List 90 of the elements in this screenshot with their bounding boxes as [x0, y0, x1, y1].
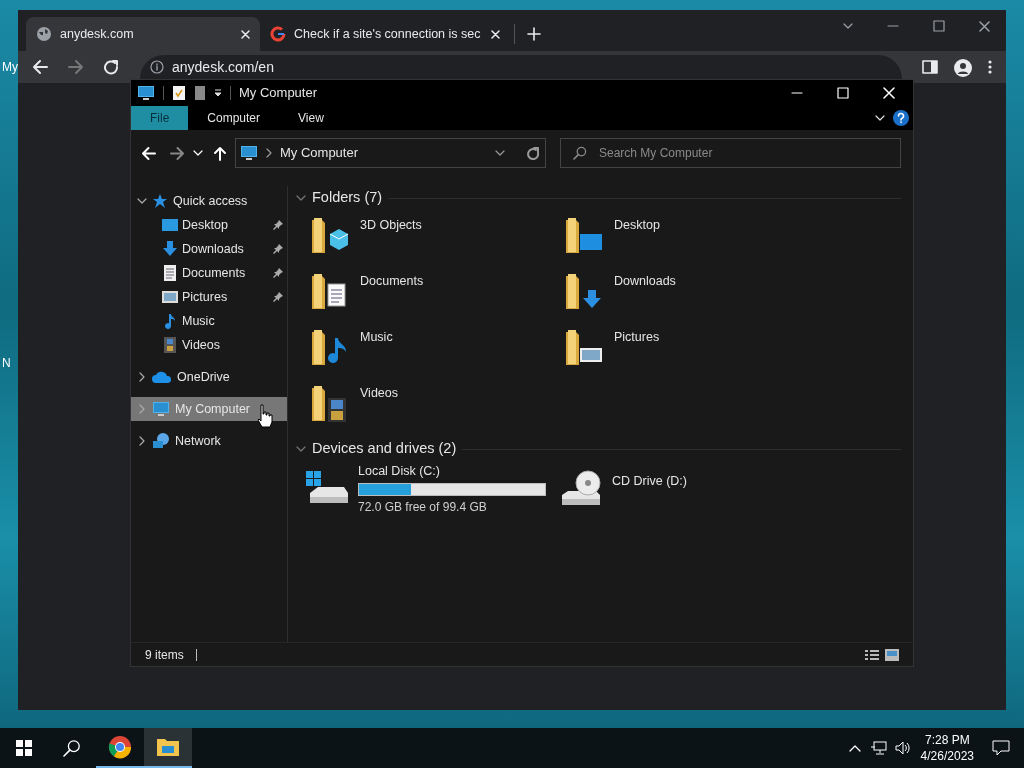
expand-chevron-icon[interactable]: [137, 372, 147, 382]
close-icon[interactable]: [979, 20, 990, 32]
tab-search-icon[interactable]: [843, 21, 853, 31]
sidebar-item[interactable]: Music: [131, 309, 287, 333]
sidebar-item[interactable]: Pictures: [131, 285, 287, 309]
new-tab-icon[interactable]: [527, 27, 541, 41]
sidebar-item[interactable]: Videos: [131, 333, 287, 357]
globe-icon: [36, 26, 52, 42]
expand-chevron-icon[interactable]: [137, 436, 147, 446]
breadcrumb-chevron-icon[interactable]: [264, 148, 274, 158]
back-icon[interactable]: [32, 59, 48, 75]
document-icon: [162, 265, 178, 281]
side-panel-icon[interactable]: [922, 59, 938, 75]
star-icon: [152, 193, 168, 209]
windows-logo-icon: [16, 740, 32, 756]
info-icon[interactable]: [150, 60, 164, 74]
taskbar-app[interactable]: [144, 728, 192, 768]
drive-item[interactable]: Local Disk (C:) 72.0 GB free of 99.4 GB: [296, 461, 550, 517]
film-icon: [162, 337, 178, 353]
profile-icon[interactable]: [954, 59, 972, 77]
cloud-icon: [152, 370, 172, 384]
forward-icon[interactable]: [68, 59, 84, 75]
folder-item[interactable]: Desktop: [550, 210, 804, 266]
sidebar-item[interactable]: My Computer: [131, 397, 287, 421]
desktop-icon-label[interactable]: N: [2, 354, 11, 372]
collapse-chevron-icon[interactable]: [296, 193, 306, 203]
group-header[interactable]: Folders (7): [296, 186, 901, 210]
forward-icon[interactable]: [170, 145, 185, 161]
address-bar[interactable]: anydesk.com/en: [140, 55, 902, 79]
volume-icon[interactable]: [894, 741, 911, 755]
sidebar-item[interactable]: Documents: [131, 261, 287, 285]
google-g-icon: [270, 26, 286, 42]
details-view-icon[interactable]: [865, 648, 879, 661]
folder-item[interactable]: Music: [296, 322, 550, 378]
folder-item[interactable]: 3D Objects: [296, 210, 550, 266]
chrome-icon: [108, 735, 132, 759]
show-hidden-icons-icon[interactable]: [848, 744, 861, 752]
browser-tab[interactable]: anydesk.com: [26, 17, 260, 51]
large-icons-view-icon[interactable]: [885, 648, 899, 661]
drive-name: Local Disk (C:): [358, 463, 441, 481]
sidebar-item[interactable]: Quick access: [131, 189, 287, 213]
recent-locations-icon[interactable]: [193, 148, 203, 158]
desktop-icon: [162, 218, 178, 232]
folder-item[interactable]: Pictures: [550, 322, 804, 378]
tab-title: anydesk.com: [60, 25, 135, 43]
expand-chevron-icon[interactable]: [137, 196, 147, 206]
folder-icon: [156, 737, 180, 757]
ribbon-tab[interactable]: File: [131, 106, 189, 130]
sidebar-item[interactable]: Downloads: [131, 237, 287, 261]
clock[interactable]: 7:28 PM 4/26/2023: [920, 732, 974, 764]
up-icon[interactable]: [213, 145, 227, 161]
expand-ribbon-icon[interactable]: [875, 113, 885, 123]
address-field[interactable]: My Computer: [235, 138, 546, 168]
window-title: My Computer: [239, 84, 319, 103]
computer-icon: [137, 84, 155, 102]
notifications-icon[interactable]: [992, 740, 1010, 756]
sidebar-item[interactable]: Desktop: [131, 213, 287, 237]
music-note-icon: [162, 313, 178, 329]
download-arrow-icon: [162, 241, 178, 257]
folder-item[interactable]: Documents: [296, 266, 550, 322]
search-icon: [63, 739, 81, 757]
ribbon-tab[interactable]: Computer: [188, 106, 280, 130]
picture-icon: [162, 290, 178, 304]
ribbon-tab[interactable]: View: [279, 106, 343, 130]
hand-cursor-icon: [257, 404, 273, 428]
collapse-chevron-icon[interactable]: [296, 444, 306, 454]
network-icon: [152, 432, 170, 450]
folder-item[interactable]: Videos: [296, 378, 550, 434]
menu-icon[interactable]: [988, 59, 992, 75]
sidebar-item[interactable]: Network: [131, 429, 287, 453]
network-icon[interactable]: [870, 741, 887, 755]
address-dropdown-icon[interactable]: [495, 148, 505, 158]
group-header[interactable]: Devices and drives (2): [296, 437, 901, 461]
tab-title: Check if a site's connection is sec: [294, 25, 482, 43]
reload-icon[interactable]: [104, 59, 120, 75]
computer-icon: [240, 144, 258, 162]
new-folder-icon[interactable]: [194, 85, 206, 101]
search-field[interactable]: Search My Computer: [560, 138, 901, 168]
customize-toolbar-icon[interactable]: [214, 89, 222, 97]
status-item-count: 9 items: [145, 646, 184, 664]
desktop-icon-label[interactable]: My: [2, 58, 18, 76]
computer-icon: [152, 400, 170, 418]
refresh-icon[interactable]: [527, 146, 541, 160]
folder-item[interactable]: Downloads: [550, 266, 804, 322]
sidebar-item[interactable]: OneDrive: [131, 365, 287, 389]
help-icon[interactable]: [893, 110, 909, 126]
drive-free-space: 72.0 GB free of 99.4 GB: [358, 498, 488, 516]
search-icon: [573, 146, 587, 160]
drive-item[interactable]: CD Drive (D:): [550, 461, 804, 517]
properties-icon[interactable]: [172, 85, 186, 101]
